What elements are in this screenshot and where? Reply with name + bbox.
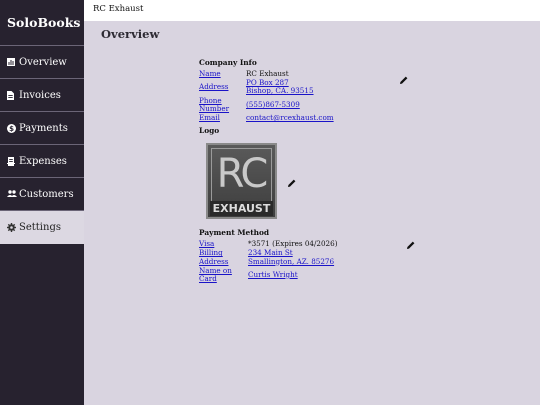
sidebar-item-invoices[interactable]: Invoices xyxy=(0,79,84,112)
sidebar-item-settings[interactable]: Settings xyxy=(0,211,84,244)
sidebar: SoloBooks Overview Invoices $ Payments E… xyxy=(0,0,84,405)
people-icon xyxy=(7,190,18,198)
gear-icon xyxy=(7,223,18,232)
table-row: Email contact@rcexhaust.com xyxy=(199,113,337,123)
table-row: Name on Card Curtis Wright xyxy=(199,266,341,284)
sidebar-item-expenses[interactable]: Expenses xyxy=(0,145,84,178)
edit-logo-icon[interactable] xyxy=(288,172,296,191)
name-on-card-link[interactable]: Name on Card xyxy=(199,266,232,283)
sidebar-item-label: Expenses xyxy=(19,155,67,167)
billing-address-link[interactable]: Billing Address xyxy=(199,248,228,266)
sidebar-item-payments[interactable]: $ Payments xyxy=(0,112,84,145)
phone-number-value[interactable]: (555)867-5309 xyxy=(246,100,300,109)
email-value[interactable]: contact@rcexhaust.com xyxy=(246,113,334,122)
sidebar-item-label: Customers xyxy=(19,188,74,200)
document-icon xyxy=(7,90,18,100)
dollar-icon: $ xyxy=(7,123,18,133)
sidebar-item-label: Invoices xyxy=(19,89,61,101)
billing-address-line2[interactable]: Smallington, AZ. 85276 xyxy=(248,257,334,266)
logo-heading: Logo xyxy=(199,126,220,136)
main-content: Overview Company Info Name RC Exhaust Ad… xyxy=(84,21,540,405)
edit-company-info-icon[interactable] xyxy=(400,69,408,88)
table-row: Billing Address 234 Main St Smallington,… xyxy=(199,249,341,266)
payment-method-table: Visa *3571 (Expires 04/2026) Billing Add… xyxy=(199,240,341,284)
company-address-link[interactable]: Address xyxy=(199,82,228,91)
sidebar-item-overview[interactable]: Overview xyxy=(0,46,84,79)
company-info-heading: Company Info xyxy=(199,58,257,67)
table-row: Phone Number (555)867-5309 xyxy=(199,96,337,114)
sidebar-item-label: Overview xyxy=(19,56,67,68)
name-on-card-value[interactable]: Curtis Wright xyxy=(248,270,298,279)
settings-content: Company Info Name RC Exhaust Address PO … xyxy=(199,58,419,284)
email-link[interactable]: Email xyxy=(199,113,220,122)
payment-method-heading: Payment Method xyxy=(199,228,270,238)
table-row: Address PO Box 287 Bishop, CA. 93515 xyxy=(199,79,337,96)
card-type-link[interactable]: Visa xyxy=(199,239,214,248)
svg-text:$: $ xyxy=(9,125,14,133)
company-address-line2[interactable]: Bishop, CA. 93515 xyxy=(246,86,314,95)
page-title: Overview xyxy=(101,27,160,41)
logo-text-bottom: EXHAUST xyxy=(210,201,273,217)
sidebar-item-label: Payments xyxy=(19,122,68,134)
company-name-header: RC Exhaust xyxy=(93,4,144,14)
sidebar-item-customers[interactable]: Customers xyxy=(0,178,84,211)
phone-number-link[interactable]: Phone Number xyxy=(199,96,229,113)
company-name-link[interactable]: Name xyxy=(199,69,221,78)
sidebar-item-label: Settings xyxy=(19,222,61,233)
company-info-table: Name RC Exhaust Address PO Box 287 Bisho… xyxy=(199,69,337,123)
edit-payment-method-icon[interactable] xyxy=(407,234,415,253)
chart-icon xyxy=(7,58,18,66)
company-logo: RC EXHAUST xyxy=(206,143,277,220)
receipt-icon xyxy=(7,156,18,166)
app-brand: SoloBooks xyxy=(0,0,84,46)
logo-text-top: RC xyxy=(216,151,269,198)
top-bar: RC Exhaust xyxy=(84,0,540,21)
